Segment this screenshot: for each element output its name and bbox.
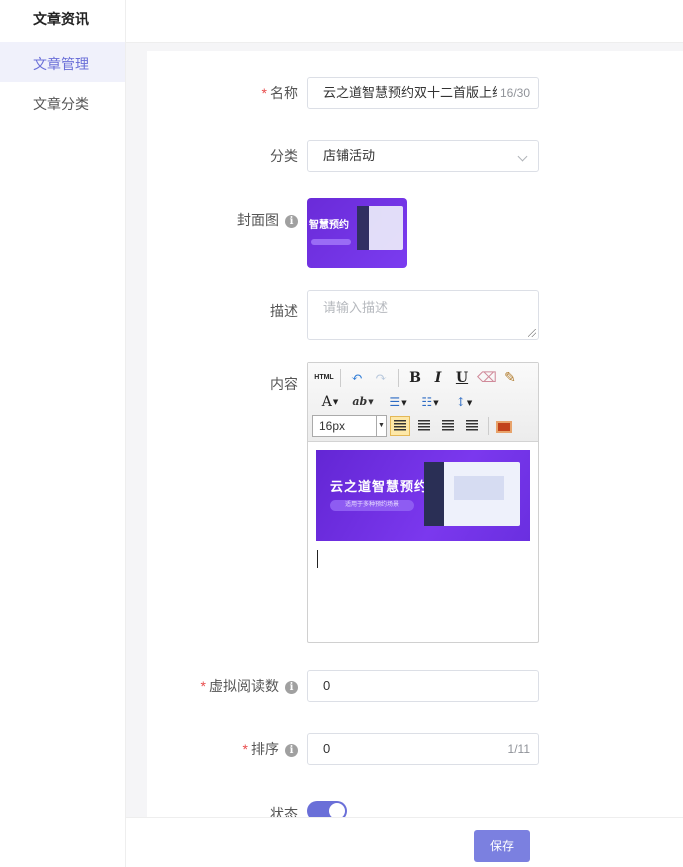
sidebar-item-article-category[interactable]: 文章分类 [0, 82, 125, 122]
banner-subtitle: 适用于多种预约场景 [330, 500, 414, 511]
html-source-button[interactable]: HTML [313, 369, 335, 387]
content-row: 内容 HTML ↶ ↷ B I U ⌫ ✎ A▼ ab▼ ☰▼ ☷▼ ↕▼ 16… [147, 362, 683, 643]
sidebar-title: 文章资讯 [33, 11, 89, 27]
cover-image-window [357, 206, 403, 250]
eraser-icon[interactable]: ⌫ [477, 369, 497, 387]
sort-counter: 1/11 [504, 734, 530, 764]
sidebar-item-article-management[interactable]: 文章管理 [0, 42, 125, 82]
rich-text-editor: HTML ↶ ↷ B I U ⌫ ✎ A▼ ab▼ ☰▼ ☷▼ ↕▼ 16px [307, 362, 539, 643]
editor-content-area[interactable]: 云之道智慧预约 适用于多种预约场景 [308, 442, 538, 576]
banner-window-illustration [424, 462, 520, 526]
content-label: 内容 [270, 376, 298, 392]
toolbar-divider [340, 369, 341, 387]
cover-row: 封面图 i 智慧预约 [147, 198, 683, 268]
insert-image-icon[interactable] [496, 421, 512, 433]
name-counter: 16/30 [496, 78, 530, 108]
save-button[interactable]: 保存 [474, 830, 530, 862]
ordered-list-icon[interactable]: ☰▼ [384, 393, 412, 411]
sort-label: * 排序 i [243, 739, 298, 759]
status-label: 状态 [270, 806, 298, 817]
sort-input[interactable]: 0 1/11 [307, 733, 539, 765]
cover-image[interactable]: 智慧预约 [307, 198, 407, 268]
info-icon: i [285, 215, 298, 228]
status-toggle[interactable] [307, 801, 347, 817]
top-bar [126, 0, 683, 43]
text-cursor [317, 550, 318, 568]
font-color-button[interactable]: A▼ [316, 393, 344, 411]
content-banner-image: 云之道智慧预约 适用于多种预约场景 [316, 450, 530, 541]
chevron-down-icon: ▼ [376, 416, 386, 436]
category-select[interactable]: 店铺活动 [307, 140, 539, 172]
cover-image-text: 智慧预约 [309, 220, 349, 231]
cover-label: 封面图 i [237, 210, 298, 230]
required-mark: * [200, 678, 206, 694]
name-label: * 名称 [261, 85, 298, 101]
underline-button[interactable]: U [453, 369, 471, 387]
font-size-select[interactable]: 16px ▼ [312, 415, 387, 437]
content-gutter [126, 43, 147, 817]
footer-bar: 保存 [126, 817, 683, 867]
toolbar-divider [398, 369, 399, 387]
description-textarea[interactable]: 请输入描述 [307, 290, 539, 340]
align-justify-icon[interactable] [462, 416, 482, 436]
italic-button[interactable]: I [429, 369, 447, 387]
bold-button[interactable]: B [406, 369, 424, 387]
format-brush-icon[interactable]: ✎ [501, 369, 519, 387]
redo-icon[interactable]: ↷ [372, 369, 390, 387]
sidebar: 文章资讯 文章管理 文章分类 [0, 0, 126, 867]
virtual-reads-input[interactable]: 0 [307, 670, 539, 702]
toolbar-divider [488, 417, 489, 435]
info-icon: i [285, 681, 298, 694]
description-label: 描述 [270, 303, 298, 319]
line-height-icon[interactable]: ↕▼ [450, 393, 478, 411]
content-top-gutter [147, 43, 683, 51]
name-row: * 名称 云之道智慧预约双十二首版上线 16/30 [147, 77, 683, 109]
required-mark: * [261, 85, 267, 101]
banner-title: 云之道智慧预约 [330, 479, 429, 494]
status-row: 状态 [147, 801, 683, 817]
unordered-list-icon[interactable]: ☷▼ [416, 393, 444, 411]
description-row: 描述 请输入描述 [147, 290, 683, 340]
name-input[interactable]: 云之道智慧预约双十二首版上线 16/30 [307, 77, 539, 109]
category-row: 分类 店铺活动 [147, 140, 683, 172]
cover-image-pill [311, 239, 351, 245]
chevron-down-icon [517, 151, 528, 162]
virtual-reads-label: * 虚拟阅读数 i [201, 676, 298, 696]
virtual-reads-row: * 虚拟阅读数 i 0 [147, 670, 683, 702]
align-right-icon[interactable] [414, 416, 434, 436]
category-label: 分类 [270, 148, 298, 164]
highlight-color-icon[interactable]: ab▼ [348, 393, 378, 411]
info-icon: i [285, 744, 298, 757]
align-center-icon[interactable] [438, 416, 458, 436]
resize-handle-icon[interactable] [528, 329, 536, 337]
align-left-icon[interactable] [390, 416, 410, 436]
sort-row: * 排序 i 0 1/11 [147, 733, 683, 765]
editor-toolbar: HTML ↶ ↷ B I U ⌫ ✎ A▼ ab▼ ☰▼ ☷▼ ↕▼ 16px [308, 363, 538, 442]
undo-icon[interactable]: ↶ [348, 369, 366, 387]
required-mark: * [242, 741, 248, 757]
article-form: * 名称 云之道智慧预约双十二首版上线 16/30 分类 店铺活动 封面图 i 智慧… [147, 51, 683, 817]
